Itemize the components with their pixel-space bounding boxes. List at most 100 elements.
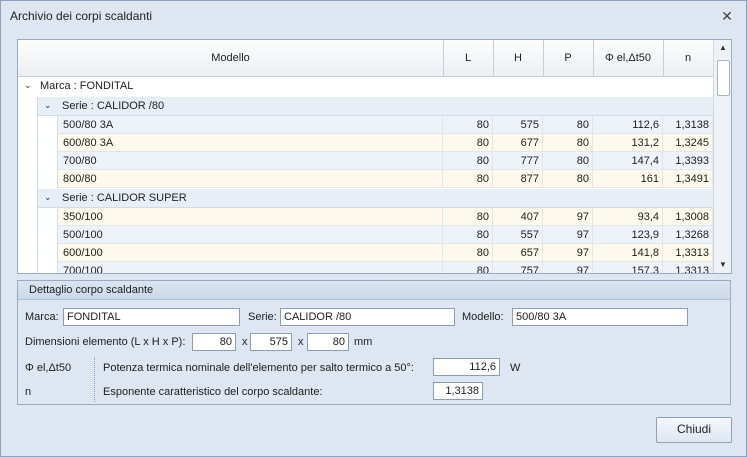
cell-n: 1,3268 <box>663 226 713 244</box>
cell-h: 877 <box>493 170 543 188</box>
table-row[interactable]: 500/100 80 557 97 123,9 1,3268 <box>58 226 713 244</box>
cell-l: 80 <box>443 244 493 262</box>
tree-indent-line <box>57 208 58 273</box>
dim-separator: x <box>242 336 248 348</box>
cell-p: 80 <box>543 152 593 170</box>
group-label-brand: Marca : FONDITAL <box>40 80 134 92</box>
scroll-thumb[interactable] <box>717 60 730 96</box>
cell-h: 575 <box>493 116 543 134</box>
cell-h: 757 <box>493 262 543 273</box>
cell-l: 80 <box>443 134 493 152</box>
dim-separator: x <box>298 336 304 348</box>
scroll-up-icon[interactable]: ▲ <box>714 40 731 56</box>
col-header-l[interactable]: L <box>443 40 494 76</box>
scroll-down-icon[interactable]: ▼ <box>714 257 731 273</box>
cell-p: 80 <box>543 134 593 152</box>
cell-modello: 800/80 <box>58 170 443 188</box>
group-row-brand[interactable]: ⌄ Marca : FONDITAL <box>18 77 713 95</box>
table-row[interactable]: 500/80 3A 80 575 80 112,6 1,3138 <box>58 116 713 134</box>
modello-field[interactable]: 500/80 3A <box>512 308 688 326</box>
phi-symbol: Φ el,Δt50 <box>25 362 72 374</box>
table-row[interactable]: 600/80 3A 80 677 80 131,2 1,3245 <box>58 134 713 152</box>
n-description: Esponente caratteristico del corpo scald… <box>103 386 323 398</box>
chevron-down-icon[interactable]: ⌄ <box>44 100 52 111</box>
cell-modello: 700/100 <box>58 262 443 273</box>
modello-label: Modello: <box>462 311 504 323</box>
cell-phi: 123,9 <box>593 226 663 244</box>
chevron-down-icon[interactable]: ⌄ <box>24 80 32 91</box>
n-field[interactable]: 1,3138 <box>433 382 483 400</box>
radiators-grid: Modello L H P Φ el,Δt50 n ⌄ Marca : FOND… <box>17 39 732 274</box>
cell-p: 97 <box>543 208 593 226</box>
cell-phi: 147,4 <box>593 152 663 170</box>
cell-n: 1,3008 <box>663 208 713 226</box>
cell-l: 80 <box>443 152 493 170</box>
table-row[interactable]: 600/100 80 657 97 141,8 1,3313 <box>58 244 713 262</box>
detail-panel-title: Dettaglio corpo scaldante <box>29 284 154 296</box>
phi-field[interactable]: 112,6 <box>433 358 500 376</box>
cell-p: 97 <box>543 226 593 244</box>
cell-p: 80 <box>543 170 593 188</box>
cell-h: 557 <box>493 226 543 244</box>
cell-phi: 157,3 <box>593 262 663 273</box>
dim-p-field[interactable]: 80 <box>307 333 349 351</box>
cell-modello: 500/100 <box>58 226 443 244</box>
cell-phi: 112,6 <box>593 116 663 134</box>
vertical-scrollbar[interactable]: ▲ ▼ <box>713 40 731 273</box>
cell-p: 97 <box>543 244 593 262</box>
cell-l: 80 <box>443 208 493 226</box>
col-header-n[interactable]: n <box>663 40 714 76</box>
col-header-p[interactable]: P <box>543 40 594 76</box>
dimensions-label: Dimensioni elemento (L x H x P): <box>25 336 186 348</box>
detail-panel-header: Dettaglio corpo scaldante <box>18 281 730 300</box>
cell-h: 657 <box>493 244 543 262</box>
cell-n: 1,3313 <box>663 262 713 273</box>
cell-phi: 161 <box>593 170 663 188</box>
tree-indent-line <box>37 97 38 273</box>
cell-l: 80 <box>443 170 493 188</box>
dim-h-field[interactable]: 575 <box>250 333 292 351</box>
col-header-modello[interactable]: Modello <box>18 40 444 76</box>
cell-phi: 131,2 <box>593 134 663 152</box>
table-row[interactable]: 800/80 80 877 80 161 1,3491 <box>58 170 713 188</box>
cell-n: 1,3138 <box>663 116 713 134</box>
cell-l: 80 <box>443 226 493 244</box>
cell-h: 677 <box>493 134 543 152</box>
dialog-window: Archivio dei corpi scaldanti ✕ Modello L… <box>0 0 747 457</box>
window-title: Archivio dei corpi scaldanti <box>10 9 153 23</box>
dim-unit: mm <box>354 336 373 348</box>
group-label-series: Serie : CALIDOR /80 <box>62 100 165 112</box>
group-label-series: Serie : CALIDOR SUPER <box>62 192 187 204</box>
dim-l-field[interactable]: 80 <box>192 333 236 351</box>
cell-phi: 93,4 <box>593 208 663 226</box>
cell-h: 407 <box>493 208 543 226</box>
close-icon[interactable]: ✕ <box>719 8 735 24</box>
cell-n: 1,3393 <box>663 152 713 170</box>
marca-field[interactable]: FONDITAL <box>63 308 240 326</box>
chevron-down-icon[interactable]: ⌄ <box>44 192 52 203</box>
marca-label: Marca: <box>25 311 59 323</box>
phi-description: Potenza termica nominale dell'elemento p… <box>103 362 414 374</box>
cell-n: 1,3313 <box>663 244 713 262</box>
detail-separator <box>94 357 95 402</box>
cell-modello: 500/80 3A <box>58 116 443 134</box>
col-header-h[interactable]: H <box>493 40 544 76</box>
cell-l: 80 <box>443 262 493 273</box>
table-row[interactable]: 350/100 80 407 97 93,4 1,3008 <box>58 208 713 226</box>
cell-h: 777 <box>493 152 543 170</box>
cell-p: 97 <box>543 262 593 273</box>
group-row-series[interactable]: ⌄ Serie : CALIDOR SUPER <box>38 189 713 208</box>
close-button[interactable]: Chiudi <box>656 417 732 443</box>
serie-field[interactable]: CALIDOR /80 <box>280 308 455 326</box>
cell-modello: 350/100 <box>58 208 443 226</box>
cell-n: 1,3491 <box>663 170 713 188</box>
cell-l: 80 <box>443 116 493 134</box>
group-row-series[interactable]: ⌄ Serie : CALIDOR /80 <box>38 97 713 116</box>
cell-modello: 600/80 3A <box>58 134 443 152</box>
serie-label: Serie: <box>248 311 277 323</box>
table-row[interactable]: 700/80 80 777 80 147,4 1,3393 <box>58 152 713 170</box>
table-row[interactable]: 700/100 80 757 97 157,3 1,3313 <box>58 262 713 273</box>
col-header-phi[interactable]: Φ el,Δt50 <box>593 40 664 76</box>
cell-p: 80 <box>543 116 593 134</box>
cell-modello: 600/100 <box>58 244 443 262</box>
